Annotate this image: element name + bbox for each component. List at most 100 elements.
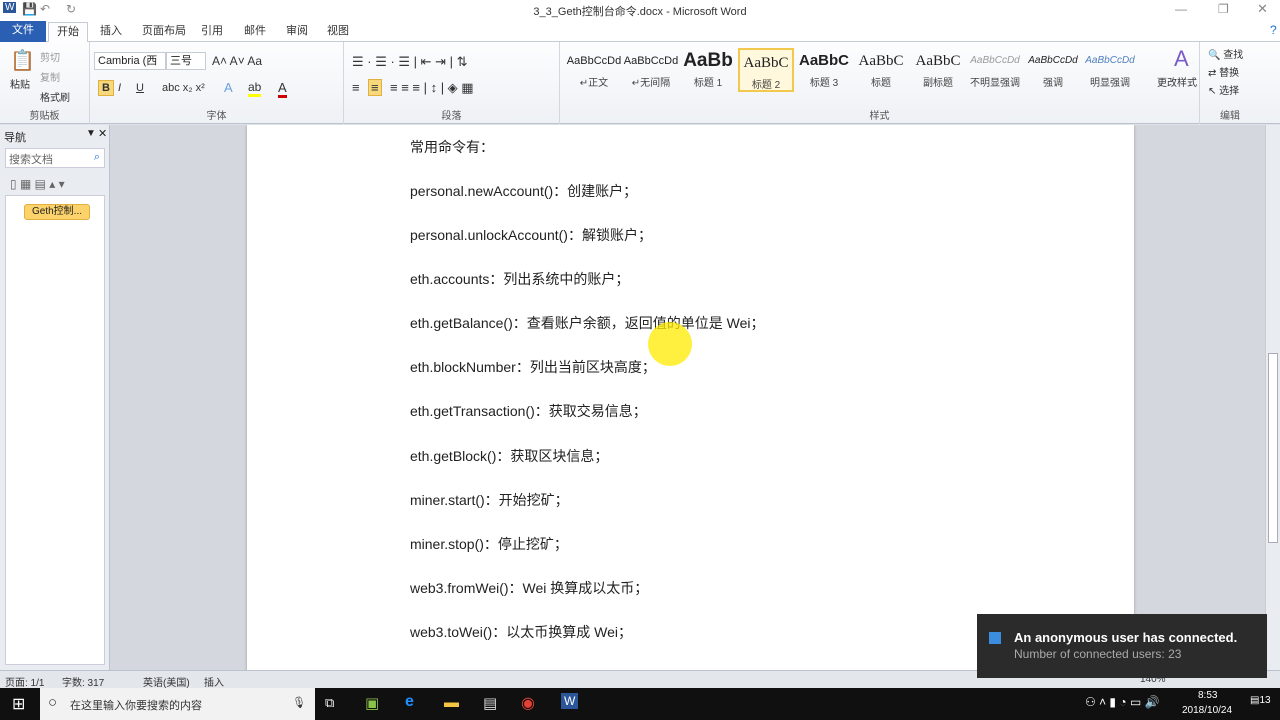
document-area: 常用命令有： personal.newAccount()：创建账户； perso… xyxy=(110,125,1265,670)
nav-close-icon[interactable]: ✕ xyxy=(98,127,107,140)
tab-file[interactable]: 文件 xyxy=(0,21,46,42)
style-item[interactable]: AaBbC 标题 xyxy=(853,48,909,92)
doc-line: miner.start()：开始挖矿； xyxy=(410,492,569,508)
align-left-icon[interactable]: ≡ xyxy=(352,80,360,95)
change-styles-button[interactable]: 更改样式 xyxy=(1157,74,1197,89)
align-center-button[interactable]: ≡ xyxy=(368,79,382,96)
font-label: 字体 xyxy=(206,111,227,122)
copy-button[interactable]: 复制 xyxy=(40,69,60,84)
paste-button[interactable]: 粘贴 xyxy=(10,76,30,91)
font-group: Cambria (西 三号 A˄ A˅ Aa B I U abc x₂ x² A… xyxy=(90,42,344,124)
toast-title: An anonymous user has connected. xyxy=(1014,630,1238,645)
app-icon xyxy=(989,632,1001,644)
doc-line: personal.newAccount()：创建账户； xyxy=(410,183,638,199)
microphone-icon[interactable]: 🎙 xyxy=(292,696,306,709)
file-explorer-icon[interactable]: ▬ xyxy=(444,694,459,711)
editing-group: 🔍 查找 ⇄ 替换 ↖ 选择 编辑 xyxy=(1200,42,1260,124)
doc-line: 常用命令有： xyxy=(410,139,494,155)
tab-view[interactable]: 视图 xyxy=(319,22,357,42)
italic-button[interactable]: I xyxy=(118,82,121,94)
strikethrough-button[interactable]: abc x₂ x² xyxy=(162,82,205,94)
grow-font-icon[interactable]: A˄ A˅ Aa xyxy=(212,54,262,68)
bold-button[interactable]: B xyxy=(98,80,114,96)
paragraph-group: ☰ · ☰ · ☰ | ⇤ ⇥ | ⇅ ≡ ≡ ≡ ≡ ≡ | ↕ | ◈ ▦ … xyxy=(344,42,560,124)
cut-button[interactable]: 剪切 xyxy=(40,49,60,64)
paste-icon[interactable]: 📋 xyxy=(10,48,35,73)
style-item[interactable]: AaBb 标题 1 xyxy=(680,48,736,92)
underline-button[interactable]: U xyxy=(136,82,144,94)
window-title: 3_3_Geth控制台命令.docx - Microsoft Word xyxy=(533,6,747,18)
select-button[interactable]: ↖ 选择 xyxy=(1208,82,1239,97)
help-icon[interactable]: ? xyxy=(1270,23,1277,37)
tab-layout[interactable]: 页面布局 xyxy=(134,22,194,42)
nav-menu-icon[interactable]: ▼ xyxy=(86,128,96,139)
style-item[interactable]: AaBbCcDd ↵正文 xyxy=(566,48,622,92)
title-bar: W 💾 ↶ ↻ 3_3_Geth控制台命令.docx - Microsoft W… xyxy=(0,0,1280,20)
vertical-scrollbar[interactable] xyxy=(1265,125,1280,670)
doc-line: web3.fromWei()：Wei 换算成以太币； xyxy=(410,580,649,596)
tab-mailings[interactable]: 邮件 xyxy=(236,22,274,42)
nav-view-icons[interactable]: ▯ ▦ ▤ ▴ ▾ xyxy=(10,177,65,191)
bullets-icon[interactable]: ☰ · ☰ · ☰ | ⇤ ⇥ | ⇅ xyxy=(352,54,468,70)
tab-review[interactable]: 审阅 xyxy=(278,22,316,42)
nav-search-input[interactable]: 搜索文档 ⌕ xyxy=(5,148,105,168)
word-count[interactable]: 字数: 317 xyxy=(62,674,104,689)
notification-center-icon[interactable]: ▤13 xyxy=(1250,695,1271,706)
notification-toast[interactable]: An anonymous user has connected. Number … xyxy=(977,614,1267,678)
minimize-button[interactable]: — xyxy=(1175,2,1187,16)
tab-references[interactable]: 引用 xyxy=(193,22,231,42)
tab-insert[interactable]: 插入 xyxy=(92,22,130,42)
style-item[interactable]: AaBbCcDd ↵无间隔 xyxy=(623,48,679,92)
highlight-icon[interactable]: ab xyxy=(248,80,262,97)
editing-label: 编辑 xyxy=(1220,111,1240,122)
word-icon[interactable]: W xyxy=(561,693,579,709)
find-button[interactable]: 🔍 查找 xyxy=(1208,46,1243,61)
font-color-icon[interactable]: A xyxy=(278,80,287,98)
toast-body: Number of connected users: 23 xyxy=(1014,647,1182,661)
windows-start-icon[interactable]: ⊞ xyxy=(12,694,25,714)
nav-heading-item[interactable]: Geth控制... xyxy=(24,204,90,220)
style-item[interactable]: AaBbCcDd 明显强调 xyxy=(1082,48,1138,92)
language[interactable]: 英语(美国) xyxy=(143,674,190,689)
ribbon: 📋 粘贴 剪切 复制 格式刷 剪贴板 Cambria (西 三号 A˄ A˅ A… xyxy=(0,42,1280,124)
document-page[interactable]: 常用命令有： personal.newAccount()：创建账户； perso… xyxy=(247,125,1134,670)
insert-mode[interactable]: 插入 xyxy=(204,674,224,689)
change-styles-icon[interactable]: A xyxy=(1174,46,1189,72)
nav-title: 导航 xyxy=(4,132,26,144)
text-effects-icon[interactable]: A xyxy=(224,80,233,95)
nav-headings-list: Geth控制... xyxy=(5,195,105,665)
tray-icons[interactable]: ⚇ ˄ ▮ ◔ ▭ 🔊 xyxy=(1085,695,1160,709)
doc-line: personal.unlockAccount()：解锁账户； xyxy=(410,227,652,243)
format-painter-button[interactable]: 格式刷 xyxy=(40,89,70,104)
styles-label: 样式 xyxy=(869,111,890,122)
style-item[interactable]: AaBbC 标题 3 xyxy=(796,48,852,92)
font-size-select[interactable]: 三号 xyxy=(166,52,206,70)
tab-home[interactable]: 开始 xyxy=(48,22,88,42)
close-button[interactable]: ✕ xyxy=(1257,1,1268,17)
align-right-icon[interactable]: ≡ ≡ ≡ | ↕ | ◈ ▦ xyxy=(390,80,474,96)
replace-button[interactable]: ⇄ 替换 xyxy=(1208,64,1239,79)
font-name-select[interactable]: Cambria (西 xyxy=(94,52,166,70)
app-icon[interactable]: ▣ xyxy=(365,694,379,712)
doc-line: eth.getTransaction()：获取交易信息； xyxy=(410,403,647,419)
doc-line: eth.accounts：列出系统中的账户； xyxy=(410,271,630,287)
page-count[interactable]: 页面: 1/1 xyxy=(5,674,44,689)
doc-line: miner.stop()：停止挖矿； xyxy=(410,536,568,552)
style-item[interactable]: AaBbCcDd 不明显强调 xyxy=(967,48,1023,92)
styles-group: AaBbCcDd ↵正文 AaBbCcDd ↵无间隔 AaBb 标题 1 AaBbC 标… xyxy=(560,42,1200,124)
clock-time[interactable]: 8:53 xyxy=(1198,690,1217,701)
taskbar-search-input[interactable]: ○ 在这里输入你要搜索的内容 🎙 xyxy=(40,688,315,720)
scroll-thumb[interactable] xyxy=(1268,353,1278,543)
app-window-icon[interactable]: ▤ xyxy=(483,694,497,712)
clock-date[interactable]: 2018/10/24 xyxy=(1182,705,1232,716)
restore-button[interactable]: ❐ xyxy=(1218,2,1229,16)
style-item-selected[interactable]: AaBbC 标题 2 xyxy=(738,48,794,92)
doc-line: eth.getBlock()：获取区块信息； xyxy=(410,448,609,464)
task-view-icon[interactable]: ⧉ xyxy=(325,695,334,711)
style-item[interactable]: AaBbC 副标题 xyxy=(910,48,966,92)
edge-icon[interactable]: e xyxy=(405,693,414,711)
clipboard-group: 📋 粘贴 剪切 复制 格式刷 剪贴板 xyxy=(0,42,90,124)
style-item[interactable]: AaBbCcDd 强调 xyxy=(1025,48,1081,92)
cursor-highlight xyxy=(648,322,692,366)
chrome-icon[interactable]: ◉ xyxy=(521,693,535,713)
